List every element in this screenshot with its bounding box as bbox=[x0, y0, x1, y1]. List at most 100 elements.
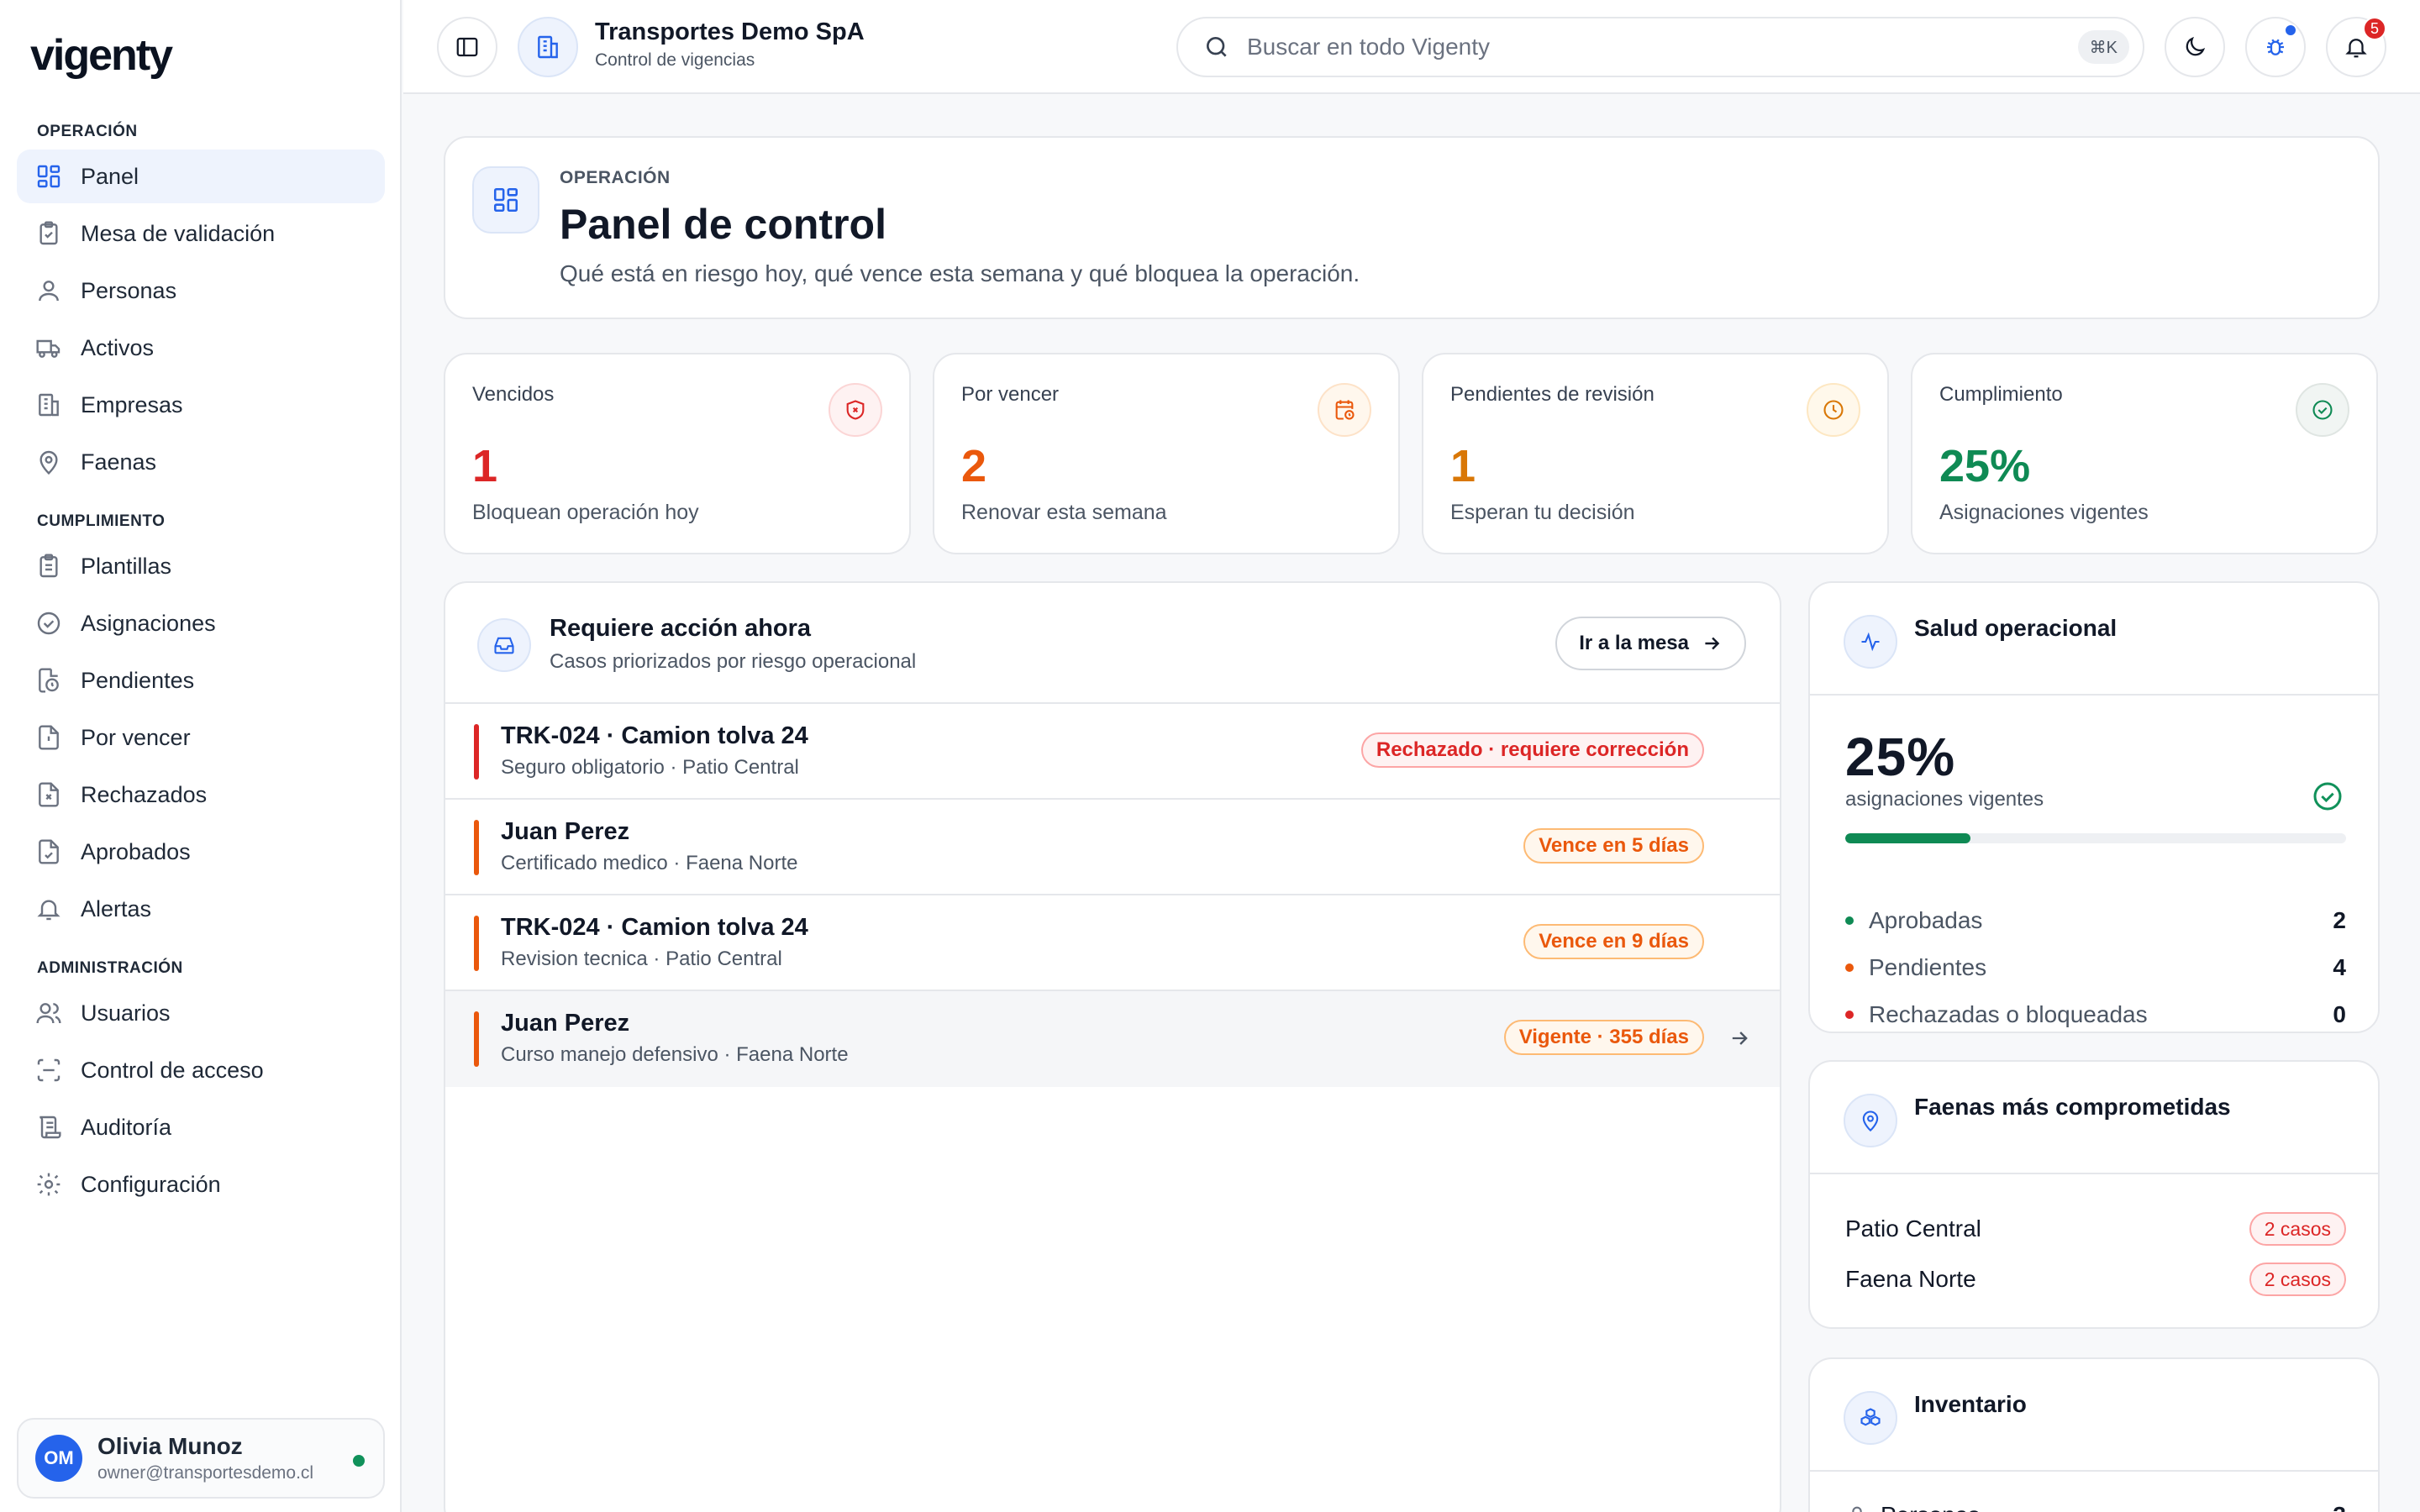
priority-bar bbox=[474, 820, 479, 875]
sidebar-item-label: Auditoría bbox=[81, 1114, 172, 1140]
sidebar-item-asignaciones[interactable]: Asignaciones bbox=[17, 596, 385, 650]
card-header: Inventario bbox=[1810, 1359, 2378, 1472]
legend-value: 2 bbox=[2333, 907, 2346, 933]
avatar: OM bbox=[35, 1435, 82, 1482]
legend-label: Rechazadas o bloqueadas bbox=[1869, 1001, 2148, 1027]
list-item[interactable]: Patio Central 2 casos bbox=[1845, 1210, 2346, 1248]
map-pin-icon bbox=[35, 449, 62, 475]
stat-label: Cumplimiento bbox=[1939, 383, 2063, 406]
file-alert-icon bbox=[35, 724, 62, 751]
nav-section-administracion: ADMINISTRACIÓN bbox=[37, 959, 183, 977]
sidebar-item-auditoria[interactable]: Auditoría bbox=[17, 1100, 385, 1154]
sidebar-item-panel[interactable]: Panel bbox=[17, 150, 385, 203]
stat-label: Por vencer bbox=[961, 383, 1060, 406]
sidebar-item-por-vencer[interactable]: Por vencer bbox=[17, 711, 385, 764]
priority-bar bbox=[474, 724, 479, 780]
app-logo[interactable]: vigenty bbox=[30, 30, 173, 81]
button-label: Ir a la mesa bbox=[1579, 632, 1689, 654]
legend-dot bbox=[1845, 963, 1854, 972]
section-title: Requiere acción ahora bbox=[550, 615, 812, 642]
stat-card-pendientes[interactable]: Pendientes de revisión 1 Esperan tu deci… bbox=[1422, 353, 1889, 554]
item-subtitle: Revision tecnica · Patio Central bbox=[501, 948, 782, 970]
bug-icon bbox=[2263, 34, 2288, 60]
legend-row-rechazadas: Rechazadas o bloqueadas 0 bbox=[1845, 998, 2346, 1032]
gear-icon bbox=[35, 1171, 62, 1198]
toggle-sidebar-button[interactable] bbox=[437, 17, 497, 77]
file-check-icon bbox=[35, 838, 62, 865]
stat-card-vencidos[interactable]: Vencidos 1 Bloquean operación hoy bbox=[444, 353, 911, 554]
boxes-icon bbox=[1844, 1391, 1897, 1445]
bug-report-button[interactable] bbox=[2245, 17, 2306, 77]
item-title: TRK-024 · Camion tolva 24 bbox=[501, 914, 808, 941]
user-name: Olivia Munoz bbox=[97, 1433, 243, 1459]
nav-section-operacion: OPERACIÓN bbox=[37, 123, 138, 140]
list-item[interactable]: Personas 3 bbox=[1845, 1502, 2346, 1512]
page-subtitle: Qué está en riesgo hoy, qué vence esta s… bbox=[560, 260, 1360, 286]
legend-value: 0 bbox=[2333, 1001, 2346, 1027]
item-subtitle: Seguro obligatorio · Patio Central bbox=[501, 756, 799, 779]
legend-label: Aprobadas bbox=[1869, 907, 1983, 933]
list-item[interactable]: TRK-024 · Camion tolva 24 Revision tecni… bbox=[445, 895, 1780, 991]
global-search[interactable]: ⌘K bbox=[1176, 17, 2144, 77]
sidebar-item-label: Por vencer bbox=[81, 724, 191, 750]
page-eyebrow: OPERACIÓN bbox=[560, 168, 671, 187]
notifications-button[interactable]: 5 bbox=[2326, 17, 2386, 77]
sidebar-item-configuracion[interactable]: Configuración bbox=[17, 1158, 385, 1211]
site-name: Faena Norte bbox=[1845, 1266, 1976, 1292]
sidebar-item-label: Panel bbox=[81, 163, 139, 189]
clipboard-list-icon bbox=[35, 553, 62, 580]
inventory-card: Inventario Personas 3 bbox=[1808, 1357, 2380, 1512]
sidebar: vigenty OPERACIÓN Panel Mesa de validaci… bbox=[0, 0, 402, 1512]
sidebar-item-personas[interactable]: Personas bbox=[17, 264, 385, 318]
theme-toggle-button[interactable] bbox=[2165, 17, 2225, 77]
calendar-clock-icon bbox=[1318, 383, 1371, 437]
sidebar-item-empresas[interactable]: Empresas bbox=[17, 378, 385, 432]
sidebar-item-plantillas[interactable]: Plantillas bbox=[17, 539, 385, 593]
org-name[interactable]: Transportes Demo SpA bbox=[595, 18, 865, 46]
go-to-desk-button[interactable]: Ir a la mesa bbox=[1555, 617, 1746, 670]
operational-health-card: Salud operacional 25% asignaciones vigen… bbox=[1808, 581, 2380, 1033]
health-subtitle: asignaciones vigentes bbox=[1845, 788, 2044, 811]
search-input[interactable] bbox=[1247, 34, 2003, 60]
sidebar-item-usuarios[interactable]: Usuarios bbox=[17, 986, 385, 1040]
page-header-card: OPERACIÓN Panel de control Qué está en r… bbox=[444, 136, 2380, 319]
sidebar-item-mesa-de-validacion[interactable]: Mesa de validación bbox=[17, 207, 385, 260]
users-icon bbox=[35, 1000, 62, 1026]
stat-description: Asignaciones vigentes bbox=[1939, 501, 2149, 524]
item-subtitle: Curso manejo defensivo · Faena Norte bbox=[501, 1043, 849, 1066]
list-item[interactable]: Juan Perez Curso manejo defensivo · Faen… bbox=[445, 991, 1780, 1087]
health-progress-bar bbox=[1845, 833, 2346, 843]
priority-bar bbox=[474, 1011, 479, 1067]
stat-description: Esperan tu decisión bbox=[1450, 501, 1635, 524]
legend-row-pendientes: Pendientes 4 bbox=[1845, 951, 2346, 984]
sidebar-item-control-de-acceso[interactable]: Control de acceso bbox=[17, 1043, 385, 1097]
stat-card-por-vencer[interactable]: Por vencer 2 Renovar esta semana bbox=[933, 353, 1400, 554]
sidebar-item-label: Rechazados bbox=[81, 781, 208, 807]
health-value: 25% bbox=[1845, 727, 1956, 787]
circle-check-icon bbox=[2311, 780, 2344, 813]
sidebar-item-rechazados[interactable]: Rechazados bbox=[17, 768, 385, 822]
notification-count-badge: 5 bbox=[2363, 17, 2386, 40]
section-subtitle: Casos priorizados por riesgo operacional bbox=[550, 650, 917, 673]
clipboard-check-icon bbox=[35, 220, 62, 247]
circle-check-icon bbox=[2296, 383, 2349, 437]
stat-card-cumplimiento[interactable]: Cumplimiento 25% Asignaciones vigentes bbox=[1911, 353, 2378, 554]
inventory-value: 3 bbox=[2333, 1502, 2346, 1512]
org-subtitle: Control de vigencias bbox=[595, 50, 755, 70]
sidebar-item-aprobados[interactable]: Aprobados bbox=[17, 825, 385, 879]
sidebar-item-pendientes[interactable]: Pendientes bbox=[17, 654, 385, 707]
status-badge: Vence en 9 días bbox=[1523, 924, 1704, 959]
sidebar-item-faenas[interactable]: Faenas bbox=[17, 435, 385, 489]
bell-icon bbox=[2344, 34, 2369, 60]
list-item[interactable]: TRK-024 · Camion tolva 24 Seguro obligat… bbox=[445, 704, 1780, 800]
status-badge: Rechazado · requiere corrección bbox=[1360, 732, 1704, 768]
sidebar-item-label: Asignaciones bbox=[81, 610, 216, 636]
sidebar-item-alertas[interactable]: Alertas bbox=[17, 882, 385, 936]
card-title: Inventario bbox=[1914, 1391, 2027, 1417]
user-card[interactable]: OM Olivia Munoz owner@transportesdemo.cl bbox=[17, 1418, 385, 1499]
stat-label: Vencidos bbox=[472, 383, 555, 406]
list-item[interactable]: Faena Norte 2 casos bbox=[1845, 1260, 2346, 1299]
card-title: Salud operacional bbox=[1914, 615, 2118, 641]
sidebar-item-activos[interactable]: Activos bbox=[17, 321, 385, 375]
list-item[interactable]: Juan Perez Certificado medico · Faena No… bbox=[445, 800, 1780, 895]
